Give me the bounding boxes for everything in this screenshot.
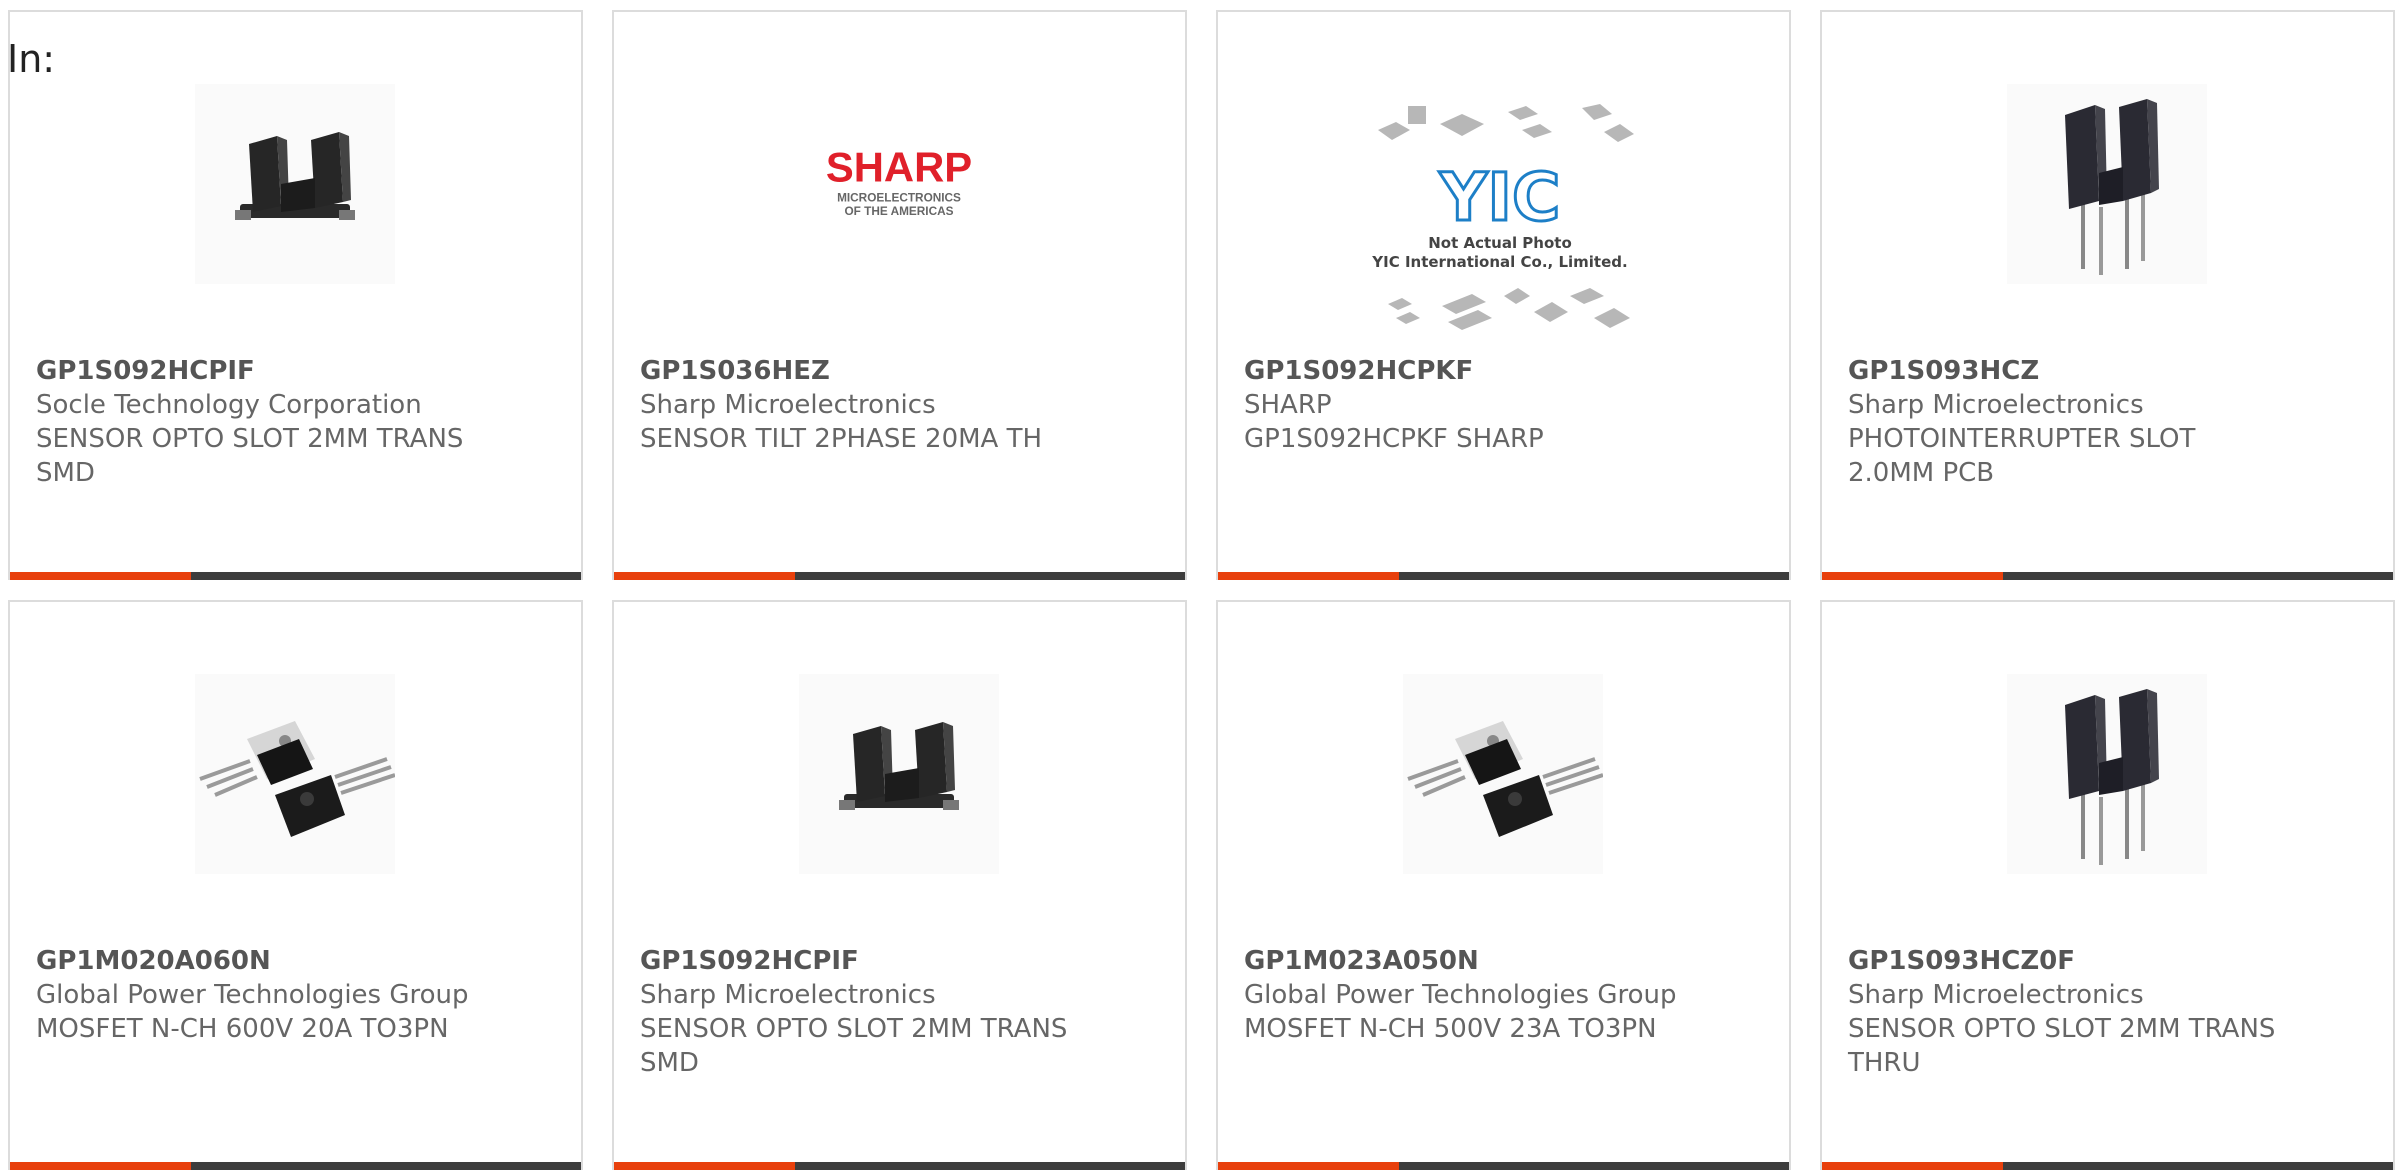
product-card[interactable]: GP1S093HCZ Sharp Microelectronics PHOTOINT… — [1820, 10, 2395, 580]
product-image[interactable] — [799, 674, 999, 874]
product-image[interactable] — [1403, 674, 1603, 874]
product-info: GP1S093HCZ0F Sharp Microelectronics SENSOR… — [1848, 944, 2368, 1080]
to3p-mosfet-icon — [1407, 721, 1603, 837]
product-grid: GP1S092HCPIF Socle Technology Corporation… — [0, 0, 2400, 1170]
product-part-number[interactable]: GP1S092HCPIF — [36, 354, 556, 388]
product-card[interactable]: GP1S093HCZ0F Sharp Microelectronics SENSOR… — [1820, 600, 2395, 1170]
product-description: MOSFET N-CH 500V 23A TO3PN — [1244, 1014, 1657, 1044]
product-manufacturer: Socle Technology Corporation — [36, 390, 422, 420]
card-footer-bar — [1218, 572, 1789, 580]
product-description-cont: THRU — [1848, 1048, 1921, 1078]
product-manufacturer: Sharp Microelectronics — [640, 980, 936, 1010]
card-accent-bar — [10, 1162, 191, 1170]
product-card[interactable]: GP1S092HCPIF Sharp Microelectronics SENSOR… — [612, 600, 1187, 1170]
card-footer-bar — [1822, 1162, 2393, 1170]
product-manufacturer: Sharp Microelectronics — [1848, 390, 2144, 420]
product-description: SENSOR TILT 2PHASE 20MA TH — [640, 424, 1043, 454]
product-info: GP1S092HCPKF SHARP GP1S092HCPKF SHARP — [1244, 354, 1764, 456]
product-description: MOSFET N-CH 600V 20A TO3PN — [36, 1014, 449, 1044]
svg-text:OF THE AMERICAS: OF THE AMERICAS — [844, 204, 953, 218]
card-footer-bar — [614, 1162, 1185, 1170]
product-info: GP1S092HCPIF Sharp Microelectronics SENSOR… — [640, 944, 1160, 1080]
product-description: GP1S092HCPKF SHARP — [1244, 424, 1544, 454]
product-image[interactable] — [195, 84, 395, 284]
product-description: SENSOR OPTO SLOT 2MM TRANS — [1848, 1014, 2276, 1044]
card-accent-bar — [1218, 572, 1399, 580]
product-description: SENSOR OPTO SLOT 2MM TRANS — [36, 424, 464, 454]
photointerrupter-smd-icon — [235, 132, 355, 220]
product-manufacturer: Global Power Technologies Group — [1244, 980, 1677, 1010]
product-card[interactable]: SHARP MICROELECTRONICS OF THE AMERICAS G… — [612, 10, 1187, 580]
product-info: GP1M020A060N Global Power Technologies Gr… — [36, 944, 556, 1046]
product-image[interactable] — [195, 674, 395, 874]
photointerrupter-thru-icon — [2065, 99, 2159, 275]
product-card[interactable]: YIC Not Actual Photo YIC International C… — [1216, 10, 1791, 580]
product-info: GP1M023A050N Global Power Technologies Gr… — [1244, 944, 1764, 1046]
photointerrupter-thru-icon — [2065, 689, 2159, 865]
product-description: SENSOR OPTO SLOT 2MM TRANS — [640, 1014, 1068, 1044]
product-part-number[interactable]: GP1S093HCZ — [1848, 354, 2368, 388]
product-image[interactable] — [2007, 84, 2207, 284]
product-description: PHOTOINTERRUPTER SLOT — [1848, 424, 2196, 454]
product-part-number[interactable]: GP1S092HCPIF — [640, 944, 1160, 978]
product-manufacturer: Sharp Microelectronics — [640, 390, 936, 420]
svg-text:MICROELECTRONICS: MICROELECTRONICS — [837, 190, 961, 204]
product-card[interactable]: GP1S092HCPIF Socle Technology Corporation… — [8, 10, 583, 580]
product-info: GP1S036HEZ Sharp Microelectronics SENSOR T… — [640, 354, 1160, 456]
product-manufacturer: Global Power Technologies Group — [36, 980, 469, 1010]
product-description-cont: SMD — [36, 458, 95, 488]
card-accent-bar — [614, 1162, 795, 1170]
product-part-number[interactable]: GP1S092HCPKF — [1244, 354, 1764, 388]
product-part-number[interactable]: GP1M020A060N — [36, 944, 556, 978]
card-accent-bar — [1218, 1162, 1399, 1170]
card-footer-bar — [10, 572, 581, 580]
product-info: GP1S092HCPIF Socle Technology Corporation… — [36, 354, 556, 490]
sharp-logo: SHARP MICROELECTRONICS OF THE AMERICAS — [826, 143, 972, 218]
svg-text:SHARP: SHARP — [826, 143, 972, 190]
svg-text:YIC International Co., Limited: YIC International Co., Limited. — [1371, 253, 1627, 271]
product-description-cont: 2.0MM PCB — [1848, 458, 1995, 488]
svg-text:YIC: YIC — [1439, 159, 1561, 236]
card-accent-bar — [10, 572, 191, 580]
card-footer-bar — [614, 572, 1185, 580]
product-part-number[interactable]: GP1S093HCZ0F — [1848, 944, 2368, 978]
product-part-number[interactable]: GP1M023A050N — [1244, 944, 1764, 978]
yic-placeholder: YIC Not Actual Photo YIC International C… — [1371, 104, 1634, 330]
product-image[interactable]: SHARP MICROELECTRONICS OF THE AMERICAS — [799, 84, 999, 284]
product-manufacturer: SHARP — [1244, 390, 1332, 420]
card-footer-bar — [1822, 572, 2393, 580]
product-info: GP1S093HCZ Sharp Microelectronics PHOTOINT… — [1848, 354, 2368, 490]
to3p-mosfet-icon — [199, 721, 395, 837]
product-image[interactable] — [2007, 674, 2207, 874]
photointerrupter-smd-icon — [839, 722, 959, 810]
in-label: In: — [7, 37, 56, 81]
card-accent-bar — [1822, 572, 2003, 580]
card-footer-bar — [1218, 1162, 1789, 1170]
card-accent-bar — [1822, 1162, 2003, 1170]
product-manufacturer: Sharp Microelectronics — [1848, 980, 2144, 1010]
product-description-cont: SMD — [640, 1048, 699, 1078]
product-part-number[interactable]: GP1S036HEZ — [640, 354, 1160, 388]
svg-text:Not Actual Photo: Not Actual Photo — [1428, 234, 1572, 252]
card-footer-bar — [10, 1162, 581, 1170]
product-image[interactable]: YIC Not Actual Photo YIC International C… — [1368, 90, 1638, 340]
product-card[interactable]: GP1M023A050N Global Power Technologies Gr… — [1216, 600, 1791, 1170]
card-accent-bar — [614, 572, 795, 580]
product-card[interactable]: GP1M020A060N Global Power Technologies Gr… — [8, 600, 583, 1170]
